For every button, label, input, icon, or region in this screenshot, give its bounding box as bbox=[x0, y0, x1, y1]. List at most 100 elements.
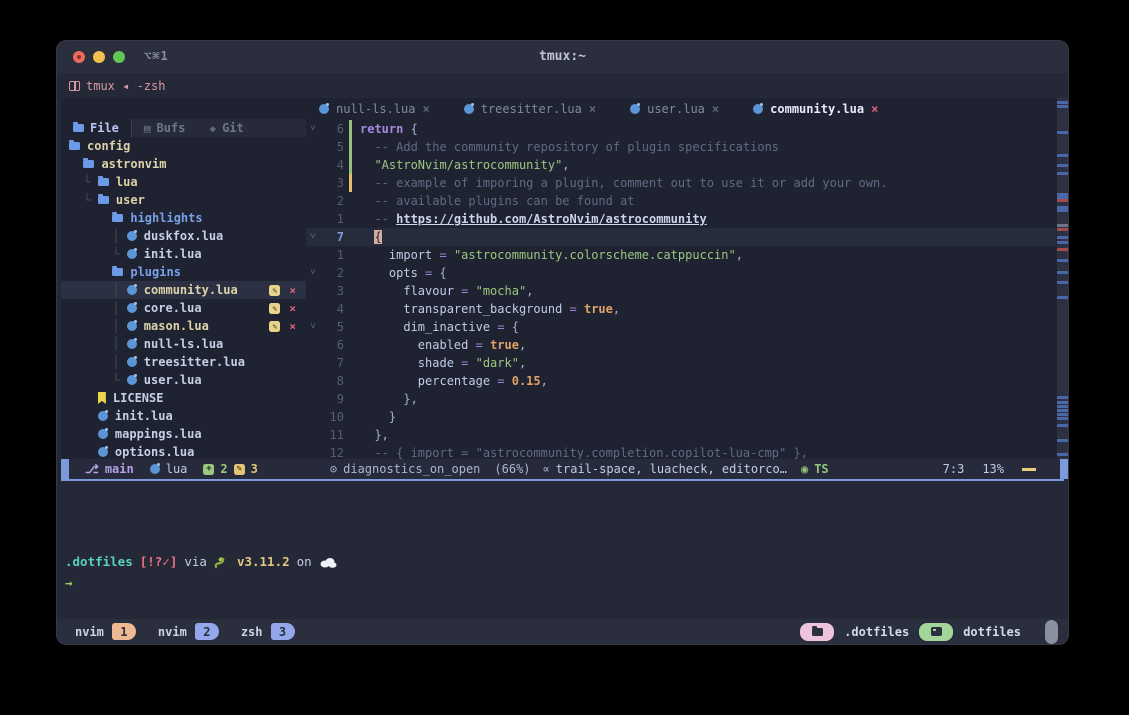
code-line-8[interactable]: 8 percentage = 0.15, bbox=[306, 372, 1056, 390]
code-line-1[interactable]: 1 import = "astrocommunity.colorscheme.c… bbox=[306, 246, 1056, 264]
code-line-6[interactable]: ˅6return { bbox=[306, 120, 1056, 138]
lua-file-icon bbox=[127, 375, 137, 385]
tree-row-user.lua[interactable]: └ user.lua bbox=[61, 371, 306, 389]
code-line-4[interactable]: 4 transparent_background = true, bbox=[306, 300, 1056, 318]
code-line-3[interactable]: 3 flavour = "mocha", bbox=[306, 282, 1056, 300]
code-line-5[interactable]: 5 -- Add the community repository of plu… bbox=[306, 138, 1056, 156]
code-line-3[interactable]: 3 -- example of imporing a plugin, comme… bbox=[306, 174, 1056, 192]
tree-row-init.lua[interactable]: └ init.lua bbox=[61, 245, 306, 263]
tree-row-LICENSE[interactable]: LICENSE bbox=[61, 389, 306, 407]
tree-row-mason.lua[interactable]: │ mason.lua✎× bbox=[61, 317, 306, 335]
tree-row-label: highlights bbox=[130, 211, 202, 225]
session-directory-label: .dotfiles bbox=[844, 625, 909, 639]
buffer-tab-treesitter.lua[interactable]: treesitter.lua× bbox=[464, 102, 596, 116]
tree-row-treesitter.lua[interactable]: │ treesitter.lua bbox=[61, 353, 306, 371]
lua-file-icon bbox=[127, 357, 137, 367]
explorer-tab-git[interactable]: ◈ Git bbox=[197, 119, 255, 137]
diagnostic-mark bbox=[1057, 271, 1069, 274]
diagnostics-icon: ⊙ bbox=[330, 462, 337, 476]
tree-row-community.lua[interactable]: │ community.lua✎× bbox=[61, 281, 306, 299]
tree-row-label: null-ls.lua bbox=[144, 337, 223, 351]
shell-pane[interactable]: .dotfiles [!?✓] via v3.11.2 on → bbox=[61, 481, 1064, 619]
explorer-header: File ▤ Bufs ◈ Git bbox=[61, 119, 306, 137]
git-branch-label[interactable]: main bbox=[105, 462, 134, 476]
code-line-9[interactable]: 9 }, bbox=[306, 390, 1056, 408]
lsp-tools-label: trail-space, luacheck, editorco… bbox=[556, 462, 787, 476]
tree-row-user[interactable]: └ user bbox=[61, 191, 306, 209]
close-file-icon[interactable]: × bbox=[289, 302, 296, 315]
tmux-window-name: nvim bbox=[67, 623, 112, 641]
tree-row-label: treesitter.lua bbox=[144, 355, 245, 369]
code-line-7[interactable]: ˅7 { bbox=[306, 228, 1056, 246]
tree-row-label: user bbox=[116, 193, 145, 207]
explorer-tab-git-label: Git bbox=[222, 121, 244, 135]
code-editor[interactable]: ˅6return {5 -- Add the community reposit… bbox=[306, 120, 1056, 459]
terminal-tab-label: tmux ◂ -zsh bbox=[86, 79, 165, 93]
diagnostic-mark bbox=[1057, 209, 1069, 212]
tree-row-lua[interactable]: └ lua bbox=[61, 173, 306, 191]
code-line-1[interactable]: 1 -- https://github.com/AstroNvim/astroc… bbox=[306, 210, 1056, 228]
tree-row-config[interactable]: config bbox=[61, 137, 306, 155]
buffer-tabline: null-ls.lua× treesitter.lua× user.lua× comm… bbox=[61, 98, 1069, 120]
terminal-tab[interactable]: tmux ◂ -zsh bbox=[69, 79, 165, 93]
tree-row-highlights[interactable]: highlights bbox=[61, 209, 306, 227]
close-file-icon[interactable]: × bbox=[289, 320, 296, 333]
tree-row-label: lua bbox=[116, 175, 138, 189]
tree-row-astronvim[interactable]: astronvim bbox=[61, 155, 306, 173]
prompt-python-version: v3.11.2 bbox=[237, 554, 290, 569]
explorer-tab-file-label: File bbox=[90, 121, 119, 135]
scrollbar-minimap[interactable] bbox=[1057, 98, 1069, 459]
tree-row-init.lua[interactable]: init.lua bbox=[61, 407, 306, 425]
shell-input-line[interactable]: → bbox=[65, 572, 73, 590]
tree-row-plugins[interactable]: plugins bbox=[61, 263, 306, 281]
scrollbar-thumb[interactable] bbox=[1045, 620, 1058, 644]
lua-file-icon bbox=[98, 447, 108, 457]
tree-row-options.lua[interactable]: options.lua bbox=[61, 443, 306, 459]
close-buffer-icon[interactable]: × bbox=[589, 102, 596, 116]
code-line-2[interactable]: 2 -- available plugins can be found at bbox=[306, 192, 1056, 210]
close-buffer-icon[interactable]: × bbox=[712, 102, 719, 116]
code-line-7[interactable]: 7 shade = "dark", bbox=[306, 354, 1056, 372]
code-line-4[interactable]: 4 "AstroNvim/astrocommunity", bbox=[306, 156, 1056, 174]
buffer-tab-community.lua[interactable]: community.lua× bbox=[753, 102, 878, 116]
lua-file-icon bbox=[127, 285, 137, 295]
diagnostic-mark bbox=[1057, 424, 1069, 427]
lua-file-icon bbox=[98, 411, 108, 421]
explorer-tab-bufs[interactable]: ▤ Bufs bbox=[132, 119, 198, 137]
tree-row-label: init.lua bbox=[115, 409, 173, 423]
buffer-tab-user.lua[interactable]: user.lua× bbox=[630, 102, 719, 116]
lua-file-icon bbox=[630, 104, 640, 114]
lua-file-icon bbox=[127, 249, 137, 259]
close-buffer-icon[interactable]: × bbox=[422, 102, 429, 116]
tree-row-mappings.lua[interactable]: mappings.lua bbox=[61, 425, 306, 443]
code-line-5[interactable]: ˅5 dim_inactive = { bbox=[306, 318, 1056, 336]
close-file-icon[interactable]: × bbox=[289, 284, 296, 297]
tmux-status-right: .dotfiles dotfiles bbox=[800, 620, 1058, 644]
lua-file-icon bbox=[127, 231, 137, 241]
folder-icon bbox=[112, 268, 123, 276]
treesitter-label: TS bbox=[814, 462, 828, 476]
diagnostic-mark bbox=[1057, 405, 1069, 408]
tree-row-duskfox.lua[interactable]: │ duskfox.lua bbox=[61, 227, 306, 245]
code-line-11[interactable]: 11 }, bbox=[306, 426, 1056, 444]
tree-row-null-ls.lua[interactable]: │ null-ls.lua bbox=[61, 335, 306, 353]
git-modified-count: 3 bbox=[251, 462, 258, 476]
explorer-tab-file[interactable]: File bbox=[61, 119, 132, 137]
close-buffer-icon[interactable]: × bbox=[871, 102, 878, 116]
tree-row-core.lua[interactable]: │ core.lua✎× bbox=[61, 299, 306, 317]
tmux-window-1[interactable]: nvim1 bbox=[67, 623, 136, 641]
code-line-10[interactable]: 10 } bbox=[306, 408, 1056, 426]
code-line-6[interactable]: 6 enabled = true, bbox=[306, 336, 1056, 354]
tmux-window-number-badge: 1 bbox=[112, 623, 136, 640]
tmux-window-3[interactable]: zsh3 bbox=[233, 623, 295, 641]
code-line-2[interactable]: ˅2 opts = { bbox=[306, 264, 1056, 282]
nvim-pane: null-ls.lua×treesitter.lua×user.lua×comm… bbox=[61, 98, 1069, 479]
tmux-window-2[interactable]: nvim2 bbox=[150, 623, 219, 641]
diagnostic-mark bbox=[1057, 281, 1069, 284]
tmux-status-bar: nvim1 nvim2 zsh3 .dotfiles dotfiles bbox=[57, 619, 1068, 644]
code-line-12[interactable]: 12 -- { import = "astrocommunity.complet… bbox=[306, 444, 1056, 459]
document-icon: ▤ bbox=[144, 122, 151, 135]
diagnostic-mark bbox=[1057, 199, 1069, 202]
buffer-tab-null-ls.lua[interactable]: null-ls.lua× bbox=[319, 102, 430, 116]
prompt-git-status: [!?✓] bbox=[140, 554, 178, 569]
